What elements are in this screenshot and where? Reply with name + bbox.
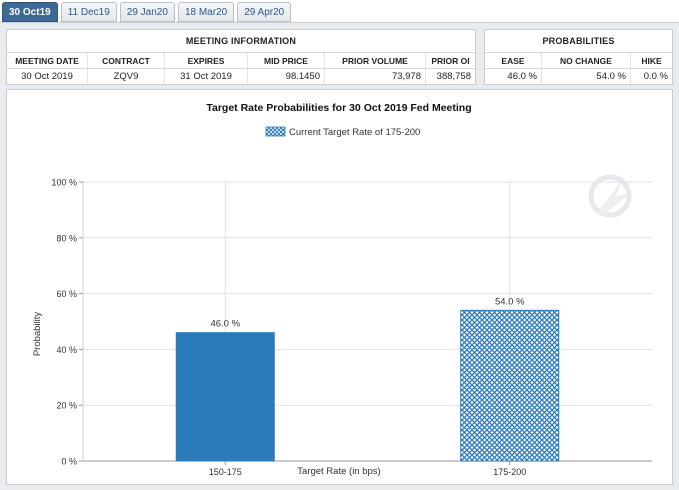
watermark-logo	[588, 174, 632, 218]
y-tick-label: 0 %	[61, 457, 77, 467]
bar	[460, 309, 560, 462]
cell-ease: 46.0 %	[485, 68, 542, 84]
col-contract: CONTRACT	[87, 52, 165, 69]
legend-swatch	[265, 126, 286, 137]
cell-contract: ZQV9	[87, 68, 165, 84]
table-row: 30 Oct 2019 ZQV9 31 Oct 2019 98.1450 73,…	[7, 68, 475, 84]
probabilities-title: PROBABILITIES	[485, 30, 672, 53]
col-hike: HIKE	[630, 52, 672, 69]
y-tick-label: 40 %	[56, 345, 77, 355]
tab-29-apr20[interactable]: 29 Apr20	[237, 2, 292, 22]
meeting-information-table: MEETING INFORMATION MEETING DATE CONTRAC…	[7, 30, 475, 84]
y-tick-label: 80 %	[56, 233, 77, 243]
col-expires: EXPIRES	[164, 52, 248, 69]
cell-prior-volume: 73,978	[324, 68, 426, 84]
cell-prior-oi: 388,758	[436, 71, 471, 82]
meeting-information-title: MEETING INFORMATION	[7, 30, 475, 53]
legend-label: Current Target Rate of 175-200	[289, 127, 420, 138]
x-axis-label: Target Rate (in bps)	[297, 466, 380, 477]
cell-hike: 0.0 %	[643, 71, 668, 82]
cell-mid-price: 98.1450	[247, 68, 325, 84]
table-row: 46.0 % 54.0 % 0.0 %	[485, 68, 672, 84]
x-tick-label: 175-200	[493, 467, 526, 477]
col-meeting-date: MEETING DATE	[7, 52, 88, 69]
y-tick-label: 100 %	[51, 178, 77, 188]
x-tick-label: 150-175	[209, 467, 242, 477]
chart-title: Target Rate Probabilities for 30 Oct 201…	[206, 102, 471, 114]
col-no-change: NO CHANGE	[541, 52, 631, 69]
bar	[175, 332, 275, 462]
y-axis-label: Probability	[32, 312, 43, 357]
cell-expires: 31 Oct 2019	[164, 68, 248, 84]
tab-11-dec19[interactable]: 11 Dec19	[60, 2, 117, 22]
y-tick-label: 60 %	[56, 289, 77, 299]
cell-no-change: 54.0 %	[541, 68, 631, 84]
col-ease: EASE	[485, 52, 542, 69]
tab-30-oct19[interactable]: 30 Oct19	[2, 2, 58, 22]
probabilities-table: PROBABILITIES EASE NO CHANGE HIKE 46.0 %…	[485, 30, 672, 84]
chart-legend[interactable]: Current Target Rate of 175-200	[265, 126, 420, 138]
meeting-information-panel: MEETING INFORMATION MEETING DATE CONTRAC…	[6, 29, 476, 85]
meeting-tabs: 30 Oct19 11 Dec19 29 Jan20 18 Mar20 29 A…	[2, 2, 294, 24]
data-label: 46.0 %	[210, 319, 240, 330]
content-frame: MEETING INFORMATION MEETING DATE CONTRAC…	[0, 22, 679, 490]
col-prior-volume: PRIOR VOLUME	[324, 52, 426, 69]
col-prior-oi: PRIOR OI	[425, 52, 475, 69]
cell-meeting-date: 30 Oct 2019	[7, 68, 88, 84]
chart-panel: Target Rate Probabilities for 30 Oct 201…	[6, 89, 673, 485]
plot-area: 0 % 20 % 40 % 60 % 80 % 100 % 150-175 175-200 46…	[51, 178, 652, 477]
col-mid-price: MID PRICE	[247, 52, 325, 69]
y-tick-label: 20 %	[56, 401, 77, 411]
probabilities-panel: PROBABILITIES EASE NO CHANGE HIKE 46.0 %…	[484, 29, 673, 85]
tab-29-jan20[interactable]: 29 Jan20	[119, 2, 175, 22]
probability-chart: Target Rate Probabilities for 30 Oct 201…	[32, 102, 652, 477]
data-label: 54.0 %	[495, 296, 525, 307]
tab-18-mar20[interactable]: 18 Mar20	[177, 2, 235, 22]
